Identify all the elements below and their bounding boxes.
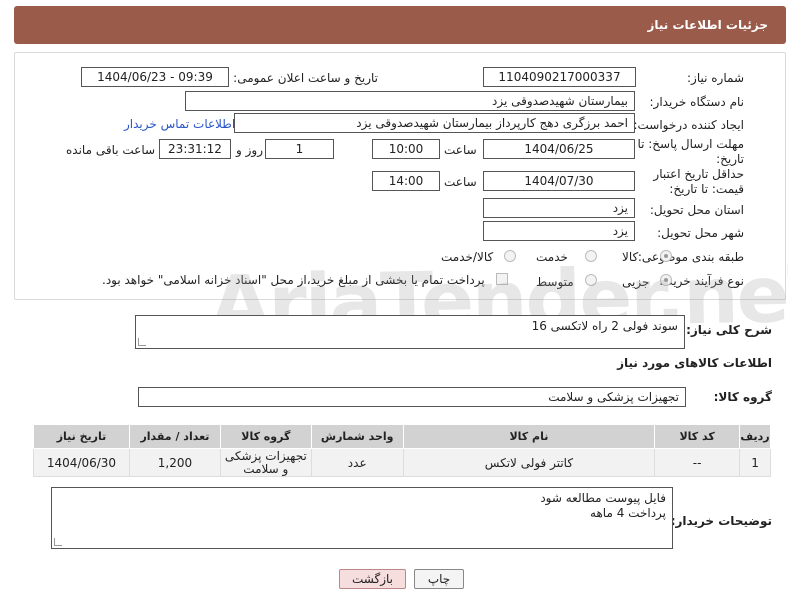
page-header: جزئیات اطلاعات نیاز xyxy=(14,6,786,44)
resize-grip-icon[interactable] xyxy=(54,538,62,546)
treasury-payment-checkbox[interactable] xyxy=(496,273,508,285)
need-number-field: 1104090217000337 xyxy=(483,67,636,87)
price-time-label: ساعت xyxy=(444,175,477,189)
description-label: شرح کلی نیاز: xyxy=(686,323,772,337)
back-button[interactable]: بازگشت xyxy=(339,569,406,589)
city-field: یزد xyxy=(483,221,635,241)
cell-goods-group: تجهیزات پزشکی و سلامت xyxy=(219,448,312,477)
goods-group-field: تجهیزات پزشکی و سلامت xyxy=(138,387,686,407)
process-radio-medium[interactable] xyxy=(585,274,597,286)
col-header-need-date: تاریخ نیاز xyxy=(33,424,130,449)
days-label: روز و xyxy=(236,143,263,157)
page-title: جزئیات اطلاعات نیاز xyxy=(647,18,768,32)
category-radio-goods-service[interactable] xyxy=(504,250,516,262)
description-textarea[interactable]: سوند فولی 2 راه لاتکسی 16 xyxy=(135,315,685,349)
category-option-goods-service: کالا/خدمت xyxy=(441,250,494,264)
process-option-medium: متوسط xyxy=(536,275,574,289)
remaining-label: ساعت باقی مانده xyxy=(66,143,156,157)
price-date-field: 1404/07/30 xyxy=(483,171,635,191)
creator-field: احمد برزگری دهج کارپرداز بیمارستان شهیدص… xyxy=(234,113,635,133)
province-field: یزد xyxy=(483,198,635,218)
reply-date-field: 1404/06/25 xyxy=(483,139,635,159)
province-label: استان محل تحویل: xyxy=(649,203,744,217)
goods-table: ردیف کد کالا نام کالا واحد شمارش گروه کا… xyxy=(33,424,771,477)
col-header-goods-code: کد کالا xyxy=(654,424,741,449)
cell-goods-code: -- xyxy=(654,448,741,477)
buyer-notes-line-2: پرداخت 4 ماهه xyxy=(590,506,666,520)
category-radio-goods[interactable] xyxy=(660,250,672,262)
cell-row-number: 1 xyxy=(739,448,771,477)
cell-goods-name: کاتتر فولی لاتکس xyxy=(402,448,656,477)
announce-field: 1404/06/23 - 09:39 xyxy=(81,67,229,87)
buyer-org-field: بیمارستان شهیدصدوقی یزد xyxy=(185,91,635,111)
need-number-label: شماره نیاز: xyxy=(687,71,744,85)
cell-need-date: 1404/06/30 xyxy=(33,448,130,477)
announce-label: تاریخ و ساعت اعلان عمومی: xyxy=(233,71,378,85)
buyer-notes-textarea[interactable]: فایل پیوست مطالعه شود پرداخت 4 ماهه xyxy=(51,487,673,549)
creator-label: ایجاد کننده درخواست: xyxy=(633,118,744,132)
col-header-goods-name: نام کالا xyxy=(402,424,656,449)
price-validity-label: حداقل تاریخ اعتبار قیمت: تا تاریخ: xyxy=(653,167,744,196)
buyer-notes-line-1: فایل پیوست مطالعه شود xyxy=(540,491,666,505)
category-label: طبقه بندی موضوعی: xyxy=(637,250,744,264)
category-option-goods: کالا xyxy=(622,250,639,264)
process-radio-minor[interactable] xyxy=(660,274,672,286)
resize-grip-icon[interactable] xyxy=(138,338,146,346)
category-radio-service[interactable] xyxy=(585,250,597,262)
col-header-row-number: ردیف xyxy=(739,424,771,449)
buyer-contact-link[interactable]: اطلاعات تماس خریدار xyxy=(124,117,235,131)
goods-group-label: گروه کالا: xyxy=(713,390,772,404)
buyer-org-label: نام دستگاه خریدار: xyxy=(649,95,745,109)
city-label: شهر محل تحویل: xyxy=(657,226,744,240)
table-row: 1 -- کاتتر فولی لاتکس عدد تجهیزات پزشکی … xyxy=(33,448,771,477)
days-field: 1 xyxy=(265,139,334,159)
print-button[interactable]: چاپ xyxy=(414,569,464,589)
col-header-goods-group: گروه کالا xyxy=(219,424,312,449)
col-header-quantity: تعداد / مقدار xyxy=(129,424,221,449)
reply-time-label: ساعت xyxy=(444,143,477,157)
treasury-payment-note: پرداخت تمام یا بخشی از مبلغ خرید،از محل … xyxy=(102,273,485,287)
process-option-minor: جزیی xyxy=(622,275,650,289)
reply-time-field: 10:00 xyxy=(372,139,440,159)
description-text: سوند فولی 2 راه لاتکسی 16 xyxy=(531,319,678,333)
buyer-notes-label: توضیحات خریدار: xyxy=(670,514,772,528)
goods-section-title: اطلاعات کالاهای مورد نیاز xyxy=(617,356,772,370)
reply-deadline-label: مهلت ارسال پاسخ: تا تاریخ: xyxy=(637,137,744,166)
category-option-service: خدمت xyxy=(536,250,568,264)
table-header-row: ردیف کد کالا نام کالا واحد شمارش گروه کا… xyxy=(33,424,771,449)
col-header-unit: واحد شمارش xyxy=(310,424,404,449)
cell-unit: عدد xyxy=(310,448,404,477)
remaining-time-field: 23:31:12 xyxy=(159,139,231,159)
cell-quantity: 1,200 xyxy=(129,448,221,477)
price-time-field: 14:00 xyxy=(372,171,440,191)
